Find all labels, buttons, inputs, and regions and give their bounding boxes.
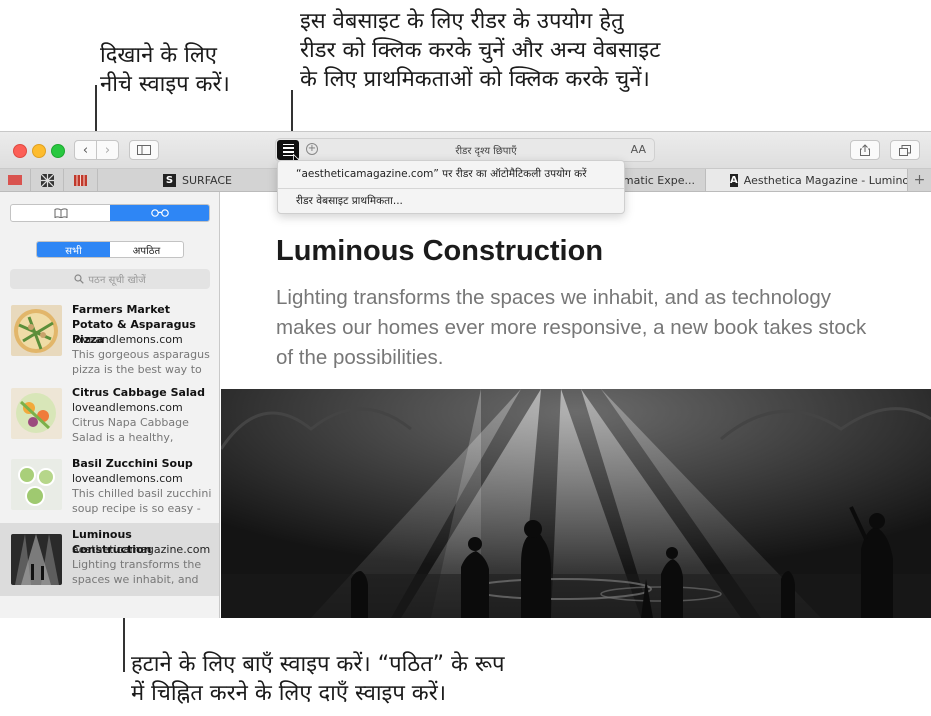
glasses-icon [150, 209, 169, 217]
item-description: This gorgeous asparagus pizza is the bes… [72, 348, 210, 376]
favicon-icon [8, 175, 22, 185]
callout-line: नीचे स्वाइप करें। [100, 72, 230, 97]
back-button[interactable]: ‹ [74, 140, 97, 160]
sidebar-icon [137, 145, 151, 155]
callout-line: रीडर को क्लिक करके चुनें और अन्य वेबसाइट [300, 38, 661, 63]
callout-line: दिखाने के लिए [100, 43, 217, 68]
chevron-right-icon: › [104, 142, 111, 158]
reading-list-item[interactable]: Citrus Cabbage Salad loveandlemons.com C… [0, 381, 219, 453]
text-size-button[interactable]: AA [631, 143, 646, 156]
favicon-icon [40, 173, 54, 187]
reading-list-item[interactable]: Basil Zucchini Soup loveandlemons.com Th… [0, 452, 219, 524]
reading-list-item-selected[interactable]: Luminous Construction aestheticamagazine… [0, 523, 219, 596]
reader-content: Luminous Construction Lighting transform… [221, 192, 931, 618]
favicon-icon: A [730, 173, 738, 187]
close-window-button[interactable] [13, 144, 27, 158]
safari-window: ‹ › रीडर दृश्य छिपाएँ AA + S SURFACE ...… [0, 131, 931, 618]
tab-label: SURFACE [182, 173, 232, 187]
filter-unread[interactable]: अपठित [110, 242, 183, 257]
tabs-icon [899, 144, 911, 156]
reading-list-sidebar: सभी अपठित पठन सूची खोजें Farmers Market … [0, 192, 220, 618]
thumbnail-image [11, 305, 62, 356]
chevron-left-icon: ‹ [82, 142, 89, 158]
menu-divider [278, 188, 624, 189]
thumbnail-image [11, 388, 62, 439]
auto-reader-menu-item[interactable]: “aestheticamagazine.com” पर रीडर का ऑटोम… [296, 165, 587, 183]
thumbnail-image [11, 534, 62, 585]
item-domain: aestheticamagazine.com [72, 543, 211, 556]
new-tab-button[interactable]: + [908, 169, 931, 191]
tab-pinned-2[interactable] [31, 169, 64, 191]
article-headline: Luminous Construction [276, 235, 604, 267]
item-description: Lighting transforms the spaces we inhabi… [72, 558, 202, 586]
callout-line: के लिए प्राथमिकताओं को क्लिक करके चुनें। [300, 67, 650, 92]
tab-label: Aesthetica Magazine - Lumino... [743, 173, 908, 187]
reader-options-menu: “aestheticamagazine.com” पर रीडर का ऑटोम… [277, 160, 625, 214]
item-domain: loveandlemons.com [72, 472, 183, 485]
sidebar-toggle-button[interactable] [129, 140, 159, 160]
tab-overview-button[interactable] [890, 140, 920, 160]
read-filter: सभी अपठित [36, 241, 184, 258]
item-domain: loveandlemons.com [72, 401, 183, 414]
callout-show-sidebar: दिखाने के लिए नीचे स्वाइप करें। [100, 41, 230, 99]
add-icon[interactable]: + [306, 143, 318, 155]
share-icon [860, 144, 870, 156]
callout-line: हटाने के लिए बाएँ स्वाइप करें। “पठित” के… [131, 652, 505, 677]
item-description: This chilled basil zucchini soup recipe … [72, 487, 212, 515]
favicon-icon [74, 174, 87, 186]
callout-line: में चिह्नित करने के लिए दाएँ स्वाइप करें… [131, 681, 447, 706]
tab-surface[interactable]: S SURFACE [98, 169, 298, 191]
reading-list-tab[interactable] [110, 205, 209, 221]
article-subheadline: Lighting transforms the spaces we inhabi… [276, 286, 867, 369]
tab-pinned-3[interactable] [64, 169, 98, 191]
sidebar-view-switch [10, 204, 210, 222]
tab-pinned-1[interactable] [0, 169, 31, 191]
filter-all[interactable]: सभी [37, 242, 110, 257]
thumbnail-image [11, 459, 62, 510]
address-text: रीडर दृश्य छिपाएँ [455, 146, 517, 157]
article-hero-image [221, 389, 931, 618]
item-title: Citrus Cabbage Salad [72, 386, 205, 399]
address-bar[interactable]: रीडर दृश्य छिपाएँ AA [275, 138, 655, 162]
share-button[interactable] [850, 140, 880, 160]
book-icon [54, 208, 67, 218]
reader-preferences-menu-item[interactable]: रीडर वेबसाइट प्राथमिकता... [296, 192, 403, 210]
item-title: Basil Zucchini Soup [72, 457, 193, 470]
reading-list-search[interactable]: पठन सूची खोजें [10, 269, 210, 289]
zoom-window-button[interactable] [51, 144, 65, 158]
favicon-icon: S [163, 173, 177, 187]
reading-list-item[interactable]: Farmers Market Potato & Asparagus Pizza … [0, 295, 219, 376]
reader-icon [282, 143, 294, 146]
minimize-window-button[interactable] [32, 144, 46, 158]
search-icon [74, 274, 85, 284]
search-placeholder: पठन सूची खोजें [88, 275, 146, 286]
item-domain: loveandlemons.com [72, 333, 183, 346]
bookmarks-tab[interactable] [11, 205, 110, 221]
callout-line: इस वेबसाइट के लिए रीडर के उपयोग हेतु [300, 9, 624, 34]
item-description: Citrus Napa Cabbage Salad is a healthy, … [72, 416, 189, 444]
callout-reader-preferences: इस वेबसाइट के लिए रीडर के उपयोग हेतु रीड… [300, 7, 660, 94]
callout-swipe-actions: हटाने के लिए बाएँ स्वाइप करें। “पठित” के… [131, 650, 505, 708]
tab-aesthetica[interactable]: A Aesthetica Magazine - Lumino... [706, 169, 908, 191]
forward-button[interactable]: › [96, 140, 119, 160]
